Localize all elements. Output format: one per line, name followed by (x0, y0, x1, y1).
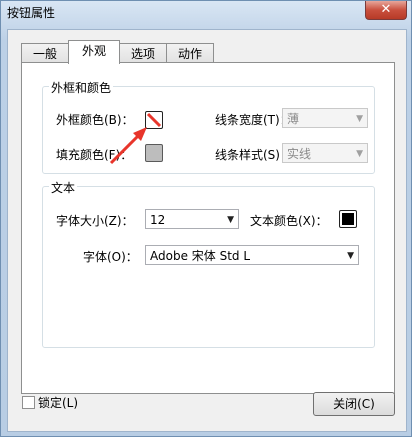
close-button[interactable]: 关闭(C) (313, 392, 395, 416)
line-width-label: 线条宽度(T)： (215, 113, 292, 127)
tab-appearance[interactable]: 外观 (68, 40, 120, 64)
chevron-down-icon: ▼ (347, 251, 354, 261)
group-legend: 文本 (49, 179, 78, 196)
tab-label: 选项 (130, 47, 155, 61)
annotation-arrow-icon (109, 127, 147, 165)
tab-actions[interactable]: 动作 (166, 43, 214, 64)
font-size-label: 字体大小(Z)： (56, 214, 134, 228)
text-color-label: 文本颜色(X)： (250, 214, 328, 228)
tab-panel-appearance: 外框和颜色 外框颜色(B)： 线条宽度(T)： 薄 ▼ 填充颜色(F)： 线条样… (21, 62, 395, 394)
text-group: 文本 字体大小(Z)： 12 ▼ 文本颜色(X)： 字体(O)： Adobe 宋… (42, 179, 375, 348)
line-width-select[interactable]: 薄 ▼ (282, 108, 368, 128)
text-color-swatch (342, 213, 354, 225)
dialog-window: 按钮属性 ✕ 一般 外观 选项 动作 外框和颜色 外框颜色(B)： 线条宽度(T… (0, 0, 412, 437)
window-title: 按钮属性 (7, 6, 56, 20)
title-bar[interactable]: 按钮属性 ✕ (1, 1, 411, 23)
tab-options[interactable]: 选项 (119, 43, 167, 64)
font-size-value: 12 (150, 213, 166, 227)
line-style-label: 线条样式(S)： (215, 148, 292, 162)
tab-general[interactable]: 一般 (21, 43, 69, 64)
chevron-down-icon: ▼ (356, 149, 363, 159)
chevron-down-icon: ▼ (356, 114, 363, 124)
line-style-value: 实线 (287, 147, 312, 161)
border-color-group: 外框和颜色 外框颜色(B)： 线条宽度(T)： 薄 ▼ 填充颜色(F)： 线条样… (42, 79, 375, 174)
line-width-value: 薄 (287, 112, 300, 126)
line-style-select[interactable]: 实线 ▼ (282, 143, 368, 163)
close-icon: ✕ (380, 2, 392, 17)
window-close-button[interactable]: ✕ (365, 1, 407, 20)
tab-label: 一般 (32, 47, 57, 61)
font-select[interactable]: Adobe 宋体 Std L ▼ (145, 245, 359, 265)
group-legend: 外框和颜色 (49, 79, 114, 96)
font-label: 字体(O)： (83, 250, 138, 264)
tab-label: 外观 (81, 44, 106, 58)
chevron-down-icon: ▼ (227, 215, 234, 225)
locked-label: 锁定(L) (38, 396, 79, 410)
font-size-select[interactable]: 12 ▼ (145, 209, 239, 229)
close-button-label: 关闭(C) (333, 397, 375, 411)
locked-checkbox[interactable] (22, 396, 35, 409)
font-value: Adobe 宋体 Std L (150, 249, 251, 263)
tab-label: 动作 (177, 47, 202, 61)
text-color-picker[interactable] (339, 210, 357, 228)
dialog-body: 一般 外观 选项 动作 外框和颜色 外框颜色(B)： 线条宽度(T)： 薄 ▼ … (7, 29, 407, 432)
